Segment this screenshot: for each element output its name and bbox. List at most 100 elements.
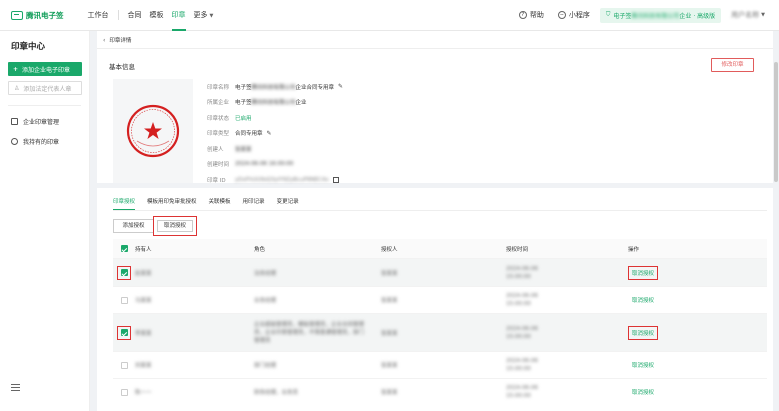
add-org-seal-button[interactable]: + 添加企业电子印章 <box>8 62 82 76</box>
holder-cell: 李某某 <box>135 330 152 337</box>
section-title: 基本信息 <box>109 63 135 71</box>
nav-more[interactable]: 更多 ▼ <box>194 0 214 31</box>
chevron-left-icon[interactable]: ‹ <box>103 37 105 44</box>
creator-value: 张某某 <box>235 146 252 153</box>
app-logo[interactable]: 腾讯电子签 <box>11 10 64 21</box>
cancel-auth-link[interactable]: 取消授权 <box>628 298 654 304</box>
tab-change-records[interactable]: 变更记录 <box>277 197 299 210</box>
row-checkbox[interactable] <box>120 329 128 336</box>
add-legal-rep-seal-label: 添加法定代表人章 <box>23 85 72 93</box>
edit-pencil-icon[interactable]: ✎ <box>267 130 272 137</box>
grantor-cell: 张某某 <box>381 390 398 396</box>
cancel-auth-link[interactable]: 取消授权 <box>628 363 654 369</box>
org-icon: ⛉ <box>605 11 611 18</box>
cancel-auth-button[interactable]: 取消授权 <box>157 220 193 232</box>
nav-more-label: 更多 <box>193 10 208 19</box>
time-cell: 2024-06-06 15:00:00 <box>506 357 628 373</box>
cancel-auth-link[interactable]: 取消授权 <box>628 390 654 396</box>
row-checkbox[interactable] <box>120 388 128 396</box>
role-cell: 法务经理 <box>254 270 277 277</box>
row-select-cell <box>113 325 135 340</box>
time: 15:00:00 <box>506 366 531 372</box>
value-blurred: yDxFhUU9sQ3ylY9ZyBcuP9NEC4x <box>235 176 329 183</box>
help-icon: ? <box>518 11 527 19</box>
table-row: 陈一一 财务经理，业务员 张某某 2024-06-06 15:00:00 取消授权 <box>113 378 767 405</box>
stamp-icon <box>11 118 18 125</box>
nav-workbench[interactable]: 工作台 <box>88 10 109 20</box>
chevron-down-icon: ▼ <box>209 12 214 19</box>
cancel-auth-link[interactable]: 取消授权 <box>628 265 659 280</box>
add-auth-button[interactable]: 添加授权 <box>113 219 154 233</box>
table-row: 马某某 业务经理 张某某 2024-06-06 15:00:00 取消授权 <box>113 286 767 313</box>
user-name[interactable]: 用户名称 <box>731 10 759 20</box>
row-select-cell <box>113 296 135 304</box>
select-all-cell <box>113 245 135 252</box>
help-button[interactable]: ? 帮助 <box>518 10 544 20</box>
info-row-created: 创建时间 2024-06-06 16:00:00 <box>207 157 343 173</box>
table-row: 李某某 企业超级管理员，模板管理员，企业合同管理员，企业印章管理员，不限普通管理… <box>113 313 767 351</box>
col-time: 授权时间 <box>506 246 529 253</box>
copy-icon[interactable] <box>332 176 339 183</box>
time-cell: 2024-06-06 15:00:00 <box>506 292 628 308</box>
time-cell: 2024-06-06 15:00:00 <box>506 265 628 281</box>
authorization-card: 印章授权 模板用印免审批授权 关联模板 用印记录 变更记录 添加授权 取消授权 … <box>97 188 773 411</box>
seal-info-list: 印章名称 电子签 腾讯科技有限公司 企业合同专用章 ✎ 所属企业 电子签 腾讯科技有限… <box>207 79 343 188</box>
edit-pencil-icon[interactable]: ✎ <box>338 83 343 90</box>
user-chevron-icon[interactable]: ▼ <box>761 12 765 18</box>
org-switcher[interactable]: ⛉ 电子签 腾讯科技有限公司 企业 · 高级版 <box>599 7 722 23</box>
table-row: 刘某某 部门经理 张某某 2024-06-06 15:00:00 取消授权 <box>113 351 767 378</box>
nav-contract[interactable]: 合同 <box>128 0 142 31</box>
date: 2024-06-06 <box>506 293 538 299</box>
org-prefix: 电子签 <box>613 12 632 20</box>
row-checkbox[interactable] <box>120 269 128 276</box>
grantor-cell: 张某某 <box>381 363 398 369</box>
row-select-cell <box>113 388 135 396</box>
mini-program-button[interactable]: ∽ 小程序 <box>557 10 590 20</box>
user-circle-icon <box>11 138 18 145</box>
org-suffix: 企业 · 高级版 <box>679 12 716 20</box>
add-legal-rep-seal-button[interactable]: ♙ 添加法定代表人章 <box>8 81 82 95</box>
menu-collapse-icon[interactable] <box>11 384 20 391</box>
col-holder: 持有人 <box>135 246 152 253</box>
seal-image <box>126 104 180 158</box>
breadcrumb-label: 印章详情 <box>109 38 132 44</box>
time: 15:00:00 <box>506 301 531 307</box>
tab-seal-auth[interactable]: 印章授权 <box>113 197 136 210</box>
created-time-value: 2024-06-06 16:00:00 <box>235 161 294 168</box>
select-all-checkbox[interactable] <box>120 245 128 252</box>
tab-linked-templates[interactable]: 关联模板 <box>209 197 231 210</box>
row-select-cell <box>113 265 135 280</box>
sidebar-item-org-seals[interactable]: 企业印章管理 <box>11 117 89 126</box>
date: 2024-06-06 <box>506 325 538 332</box>
holder-cell: 马某某 <box>135 298 152 304</box>
table-row: 赵某某 法务经理 张某某 2024-06-06 15:00:00 取消授权 <box>113 258 767 286</box>
sidebar-divider <box>8 105 81 106</box>
org-value: 电子签 腾讯科技有限公司 企业 <box>235 98 307 106</box>
help-label: 帮助 <box>529 11 544 19</box>
edit-seal-button[interactable]: 修改印章 <box>711 58 754 72</box>
breadcrumb[interactable]: ‹ 印章详情 <box>103 36 132 45</box>
tab-usage-records[interactable]: 用印记录 <box>243 197 265 210</box>
scrollbar[interactable] <box>774 62 778 182</box>
sidebar-title: 印章中心 <box>11 42 46 52</box>
nav-template[interactable]: 模板 <box>150 0 164 31</box>
seal-id-value: yDxFhUU9sQ3ylY9ZyBcuP9NEC4x <box>235 176 339 183</box>
row-checkbox[interactable] <box>120 361 128 369</box>
org-name-blurred: 腾讯科技有限公司 <box>631 12 680 20</box>
logo-text: 腾讯电子签 <box>26 10 64 20</box>
row-checkbox[interactable] <box>120 296 128 304</box>
action-cell: 取消授权 <box>628 388 767 396</box>
role-cell: 部门经理 <box>254 363 277 369</box>
info-label: 所属企业 <box>207 100 230 107</box>
plus-icon: + <box>13 65 19 73</box>
seal-name-value: 电子签 腾讯科技有限公司 企业合同专用章 ✎ <box>235 83 343 91</box>
sidebar-item-my-seals[interactable]: 我持有的印章 <box>11 137 89 146</box>
status-value: 已启用 <box>235 115 252 122</box>
sidebar: 印章中心 + 添加企业电子印章 ♙ 添加法定代表人章 企业印章管理 我持有的印章 <box>0 31 90 411</box>
nav-seal[interactable]: 印章 <box>171 0 186 31</box>
cancel-auth-link[interactable]: 取消授权 <box>628 325 659 340</box>
role-cell: 企业超级管理员，模板管理员，企业合同管理员，企业印章管理员，不限普通管理员，部门… <box>254 321 365 344</box>
value-blurred: 腾讯科技有限公司 <box>251 84 296 91</box>
tab-template-auth[interactable]: 模板用印免审批授权 <box>147 197 197 210</box>
info-row-type: 印章类型 合同专用章 ✎ <box>207 126 343 142</box>
